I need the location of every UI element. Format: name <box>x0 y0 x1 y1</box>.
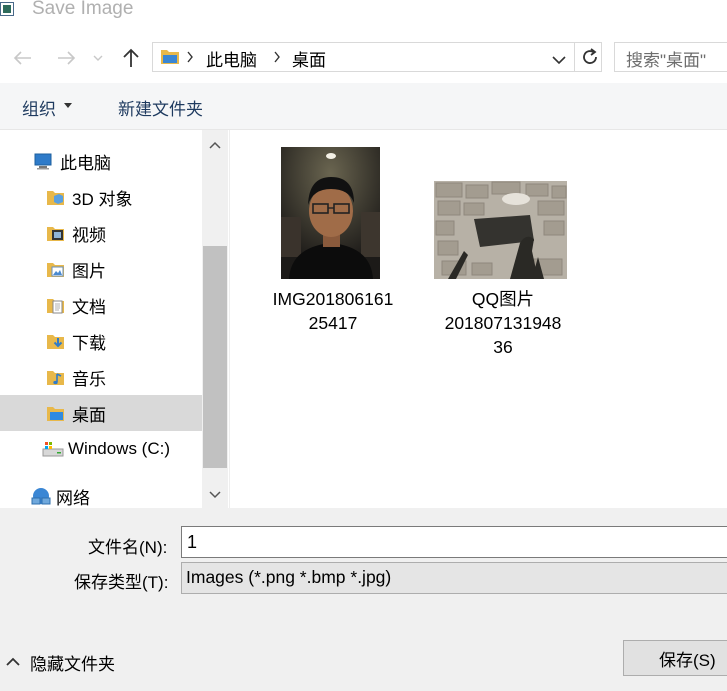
file-name[interactable]: IMG201806161 25417 <box>263 287 403 335</box>
chevron-down-icon <box>209 491 221 499</box>
breadcrumb-desktop[interactable]: 桌面 <box>292 46 326 71</box>
network-icon <box>30 486 51 506</box>
save-button[interactable]: 保存(S) <box>623 640 727 676</box>
nav-item-this-pc[interactable]: 此电脑 <box>34 143 202 179</box>
documents-folder-icon <box>46 295 66 315</box>
drive-icon <box>42 439 64 459</box>
videos-folder-icon <box>46 223 66 243</box>
computer-icon <box>34 151 54 171</box>
caret-down-icon <box>64 103 72 108</box>
nav-item-label: 图片 <box>72 261 106 281</box>
forward-button[interactable] <box>55 46 79 70</box>
recent-locations-button[interactable] <box>90 46 106 70</box>
desktop-folder-icon <box>46 403 66 423</box>
back-arrow-icon <box>13 51 31 65</box>
nav-item-3d-objects[interactable]: 3D 对象 <box>46 179 202 215</box>
up-arrow-icon <box>123 48 139 67</box>
breadcrumb-this-pc[interactable]: 此电脑 <box>206 46 257 71</box>
nav-item-videos[interactable]: 视频 <box>46 215 202 251</box>
new-folder-button[interactable]: 新建文件夹 <box>118 95 203 120</box>
window-title: Save Image <box>32 0 134 19</box>
nav-item-label: 视频 <box>72 225 106 245</box>
refresh-button[interactable] <box>574 42 604 72</box>
filename-label: 文件名(N): <box>88 538 168 557</box>
chevron-right-icon <box>186 50 194 68</box>
nav-item-windows-c[interactable]: Windows (C:) <box>42 431 202 467</box>
address-dropdown-button[interactable] <box>552 52 566 70</box>
chevron-right-icon <box>273 50 281 68</box>
filename-input[interactable] <box>181 526 727 558</box>
nav-item-music[interactable]: 音乐 <box>46 359 202 395</box>
pictures-folder-icon <box>46 259 66 279</box>
scroll-down-button[interactable] <box>202 484 228 506</box>
forward-arrow-icon <box>58 51 76 65</box>
organize-button[interactable]: 组织 <box>22 95 56 120</box>
chevron-up-icon <box>209 141 221 149</box>
chevron-down-icon <box>552 56 566 65</box>
nav-item-documents[interactable]: 文档 <box>46 287 202 323</box>
music-folder-icon <box>46 367 66 387</box>
up-button[interactable] <box>119 46 143 70</box>
nav-item-label: 文档 <box>72 297 106 317</box>
3d-objects-folder-icon <box>46 187 66 207</box>
nav-item-label: 3D 对象 <box>72 189 133 209</box>
app-icon <box>0 2 14 16</box>
nav-item-label: Windows (C:) <box>68 439 171 458</box>
search-placeholder: 搜索"桌面" <box>626 51 707 70</box>
filetype-select[interactable]: Images (*.png *.bmp *.jpg) <box>181 562 727 594</box>
scrollbar-thumb[interactable] <box>203 246 227 468</box>
file-name[interactable]: QQ图片 201807131948 36 <box>433 287 573 359</box>
chevron-up-icon <box>6 657 20 666</box>
scroll-up-button[interactable] <box>202 134 228 156</box>
nav-item-downloads[interactable]: 下载 <box>46 323 202 359</box>
file-thumbnail-selfie[interactable] <box>281 147 380 279</box>
hide-folders-toggle[interactable]: 隐藏文件夹 <box>6 650 115 674</box>
nav-item-desktop[interactable]: 桌面 <box>0 395 202 431</box>
command-bar <box>0 83 727 130</box>
chevron-down-icon <box>93 55 103 61</box>
folder-icon <box>160 47 180 70</box>
nav-item-label: 此电脑 <box>60 153 111 173</box>
refresh-icon <box>583 48 597 64</box>
nav-item-label: 音乐 <box>72 369 106 389</box>
back-button[interactable] <box>10 46 34 70</box>
nav-item-label: 桌面 <box>72 405 106 425</box>
nav-item-label: 下载 <box>72 333 106 353</box>
filetype-label: 保存类型(T): <box>74 573 169 592</box>
downloads-folder-icon <box>46 331 66 351</box>
file-thumbnail-pavement[interactable] <box>434 181 567 279</box>
hide-folders-label: 隐藏文件夹 <box>30 654 115 674</box>
nav-item-pictures[interactable]: 图片 <box>46 251 202 287</box>
nav-item-label: 网络 <box>56 488 90 508</box>
